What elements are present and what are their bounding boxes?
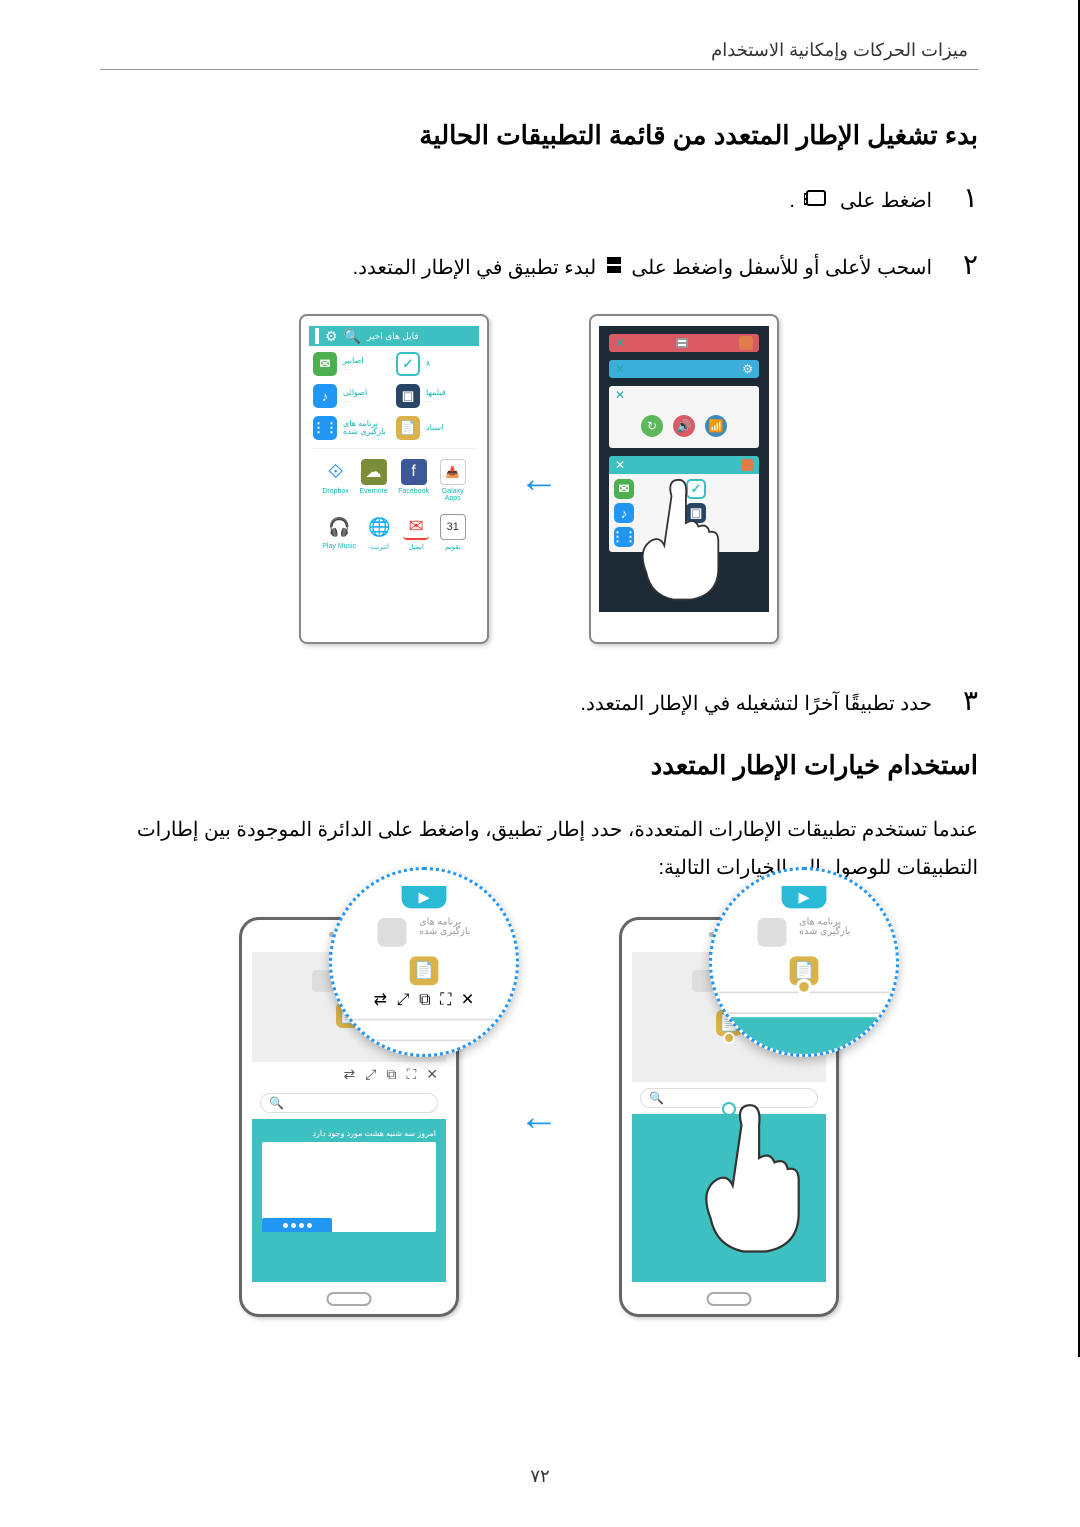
section-title-1: بدء تشغيل الإطار المتعدد من قائمة التطبي…: [100, 120, 978, 151]
magnifier-zoom: ▶ برنامه هایبازگیری شده 📄 ⇄⤢⧉⛶✕ 🔍: [329, 867, 519, 1057]
section-title-2: استخدام خيارات الإطار المتعدد: [100, 750, 978, 781]
step2-text-a: اسحب لأعلى أو للأسفل واضغط على: [626, 257, 932, 279]
arrow-icon: ←: [519, 457, 559, 502]
figure-2: ▶ برنامه هایبازگیری شده 📄 ⇄ ⤢ ⧉ ⛶ ✕: [100, 917, 978, 1317]
figure-1: ⚙ 🔍 فایل های اخیر ✉اصابیر... ✓۸ ♪اصوائی.…: [100, 314, 978, 644]
step-3: ٣ حدد تطبيقًا آخرًا لتشغيله في الإطار ال…: [100, 684, 978, 720]
step1-text-b: .: [789, 190, 795, 212]
maximize-icon: ⛶: [406, 1066, 416, 1083]
multiwindow-icon: [606, 252, 622, 284]
minimize-icon: ⧉: [386, 1066, 396, 1083]
search-icon: 🔍: [269, 1096, 284, 1110]
drag-icon: ⤢: [365, 1066, 376, 1083]
step-2: ٢ اسحب لأعلى أو للأسفل واضغط على لبدء تط…: [100, 248, 978, 285]
arrow-icon: ←: [519, 1095, 559, 1140]
search-icon: 🔍: [649, 1091, 664, 1105]
gear-icon: ⚙: [325, 328, 338, 345]
step-number: ٢: [948, 248, 978, 282]
swap-icon: ⇄: [344, 1066, 356, 1083]
step-number: ١: [948, 181, 978, 215]
step-1: ١ اضغط على .: [100, 181, 978, 218]
phone-app-grid: ⚙ 🔍 فایل های اخیر ✉اصابیر... ✓۸ ♪اصوائی.…: [299, 314, 489, 644]
phone-recents: ✕ ✕ ⚙ ✕ ↻ 🔊 📶: [589, 314, 779, 644]
step-number: ٣: [948, 684, 978, 718]
step1-text-a: اضغط على: [834, 190, 932, 212]
step-text: حدد تطبيقًا آخرًا لتشغيله في الإطار المت…: [580, 688, 932, 720]
recent-apps-icon: [804, 186, 830, 218]
page-number: ٧٢: [530, 1466, 549, 1487]
page-header: ميزات الحركات وإمكانية الاستخدام: [100, 40, 978, 70]
step-text: اسحب لأعلى أو للأسفل واضغط على لبدء تطبي…: [353, 252, 932, 285]
step2-text-b: لبدء تطبيق في الإطار المتعدد.: [353, 257, 597, 279]
search-icon: 🔍: [344, 328, 361, 345]
close-icon: ✕: [426, 1066, 438, 1083]
multiwindow-card-icon: [676, 338, 688, 348]
step-text: اضغط على .: [789, 185, 932, 218]
magnifier-zoom: ▶ برنامه هایبازگیری شده 📄 🔍: [709, 867, 899, 1057]
